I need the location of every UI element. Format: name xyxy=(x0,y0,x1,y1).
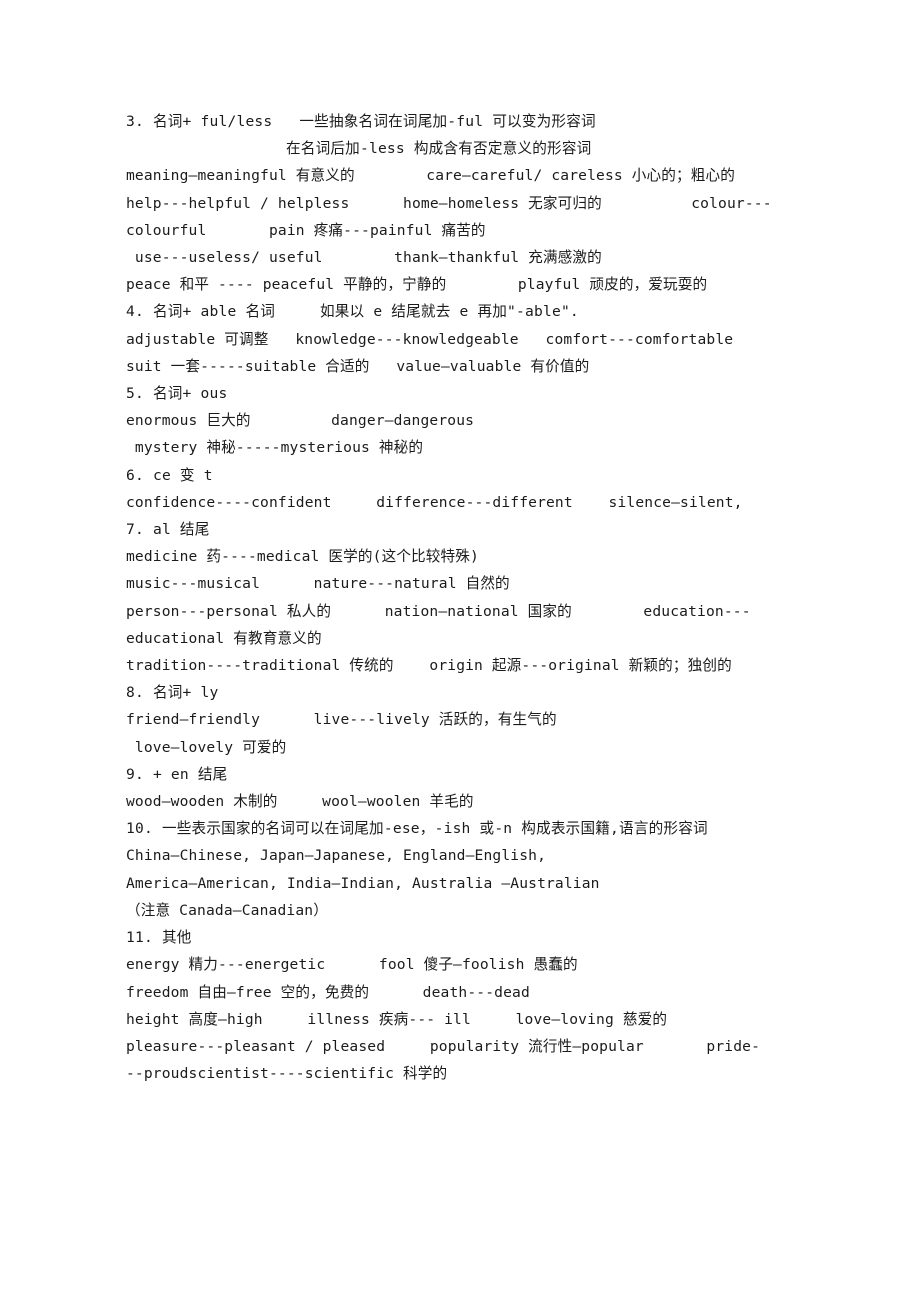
text-line: educational 有教育意义的 xyxy=(126,629,322,647)
text-line: music---musical nature---natural 自然的 xyxy=(126,575,510,593)
text-line: wood—wooden 木制的 wool—woolen 羊毛的 xyxy=(126,793,474,811)
text-line: pleasure---pleasant / pleased popularity… xyxy=(126,1037,761,1055)
text-line: confidence----confident difference---dif… xyxy=(126,493,743,511)
text-line: enormous 巨大的 danger—dangerous xyxy=(126,412,475,430)
text-line: tradition----traditional 传统的 origin 起源--… xyxy=(126,657,732,675)
text-line: colourful pain 疼痛---painful 痛苦的 xyxy=(126,221,486,239)
text-line: adjustable 可调整 knowledge---knowledgeable… xyxy=(126,330,734,348)
text-line: freedom 自由—free 空的，免费的 death---dead xyxy=(126,983,530,1001)
section-heading-6: 6. ce 变 t xyxy=(126,466,213,484)
section-heading-5: 5. 名词+ ous xyxy=(126,385,228,403)
text-line: peace 和平 ---- peaceful 平静的，宁静的 playful 顽… xyxy=(126,276,708,294)
section-heading-10: 10. 一些表示国家的名词可以在词尾加-ese，-ish 或-n 构成表示国籍,… xyxy=(126,820,708,838)
text-line: friend—friendly live---lively 活跃的，有生气的 xyxy=(126,711,557,729)
text-line: love—lovely 可爱的 xyxy=(126,738,287,756)
text-line: person---personal 私人的 nation—national 国家… xyxy=(126,602,751,620)
text-line: help---helpful / helpless home—homeless … xyxy=(126,194,772,212)
document-text-body: 3. 名词+ ful/less 一些抽象名词在词尾加-ful 可以变为形容词 在… xyxy=(126,108,826,1087)
text-line: use---useless/ useful thank—thankful 充满感… xyxy=(126,249,602,267)
section-heading-8: 8. 名词+ ly xyxy=(126,684,219,702)
text-line: China—Chinese, Japan—Japanese, England—E… xyxy=(126,847,547,865)
text-line: meaning—meaningful 有意义的 care—careful/ ca… xyxy=(126,167,735,185)
text-line: suit 一套-----suitable 合适的 value—valuable … xyxy=(126,357,590,375)
text-line: height 高度—high illness 疾病--- ill love—lo… xyxy=(126,1010,668,1028)
text-line: mystery 神秘-----mysterious 神秘的 xyxy=(126,439,424,457)
text-line: medicine 药----medical 医学的(这个比较特殊) xyxy=(126,548,479,566)
text-line: （注意 Canada—Canadian） xyxy=(126,901,328,919)
section-heading-4: 4. 名词+ able 名词 如果以 e 结尾就去 e 再加"-able". xyxy=(126,303,579,321)
section-heading-3-sub: 在名词后加-less 构成含有否定意义的形容词 xyxy=(286,140,592,158)
section-heading-11: 11. 其他 xyxy=(126,929,192,947)
section-heading-3: 3. 名词+ ful/less 一些抽象名词在词尾加-ful 可以变为形容词 xyxy=(126,113,596,130)
text-line: America—American, India—Indian, Australi… xyxy=(126,874,600,892)
section-heading-9: 9. + en 结尾 xyxy=(126,765,228,783)
text-line: --proudscientist----scientific 科学的 xyxy=(126,1065,448,1083)
document-page: 3. 名词+ ful/less 一些抽象名词在词尾加-ful 可以变为形容词 在… xyxy=(0,0,920,1302)
section-heading-7: 7. al 结尾 xyxy=(126,521,210,539)
text-line: energy 精力---energetic fool 傻子—foolish 愚蠢… xyxy=(126,956,578,974)
